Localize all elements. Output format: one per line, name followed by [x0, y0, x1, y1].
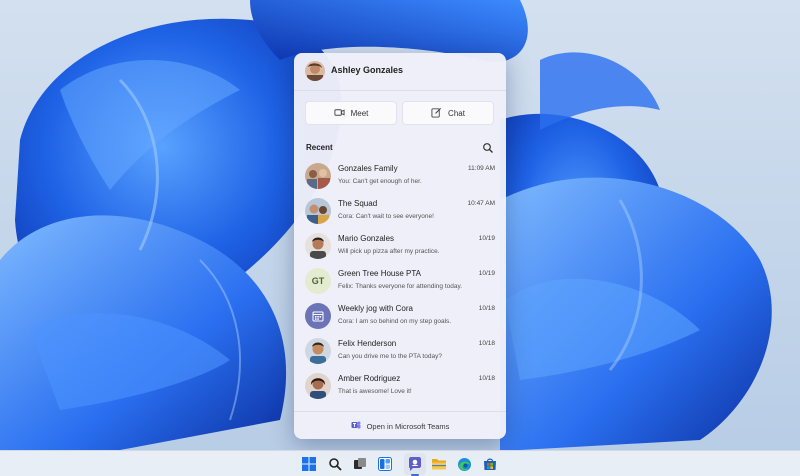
- chat-title: Gonzales Family: [338, 164, 398, 173]
- windows-start-icon[interactable]: [301, 456, 317, 472]
- chat-preview: You: Can't get enough of her.: [338, 178, 422, 185]
- chat-time: 10/18: [478, 340, 495, 347]
- calendar-icon: [305, 303, 331, 329]
- taskbar: [0, 450, 800, 476]
- recent-heading: Recent: [306, 143, 333, 152]
- chat-title: Weekly jog with Cora: [338, 304, 413, 313]
- chat-time: 10/18: [478, 375, 495, 382]
- chat-title: Green Tree House PTA: [338, 269, 421, 278]
- chat-time: 10/19: [478, 270, 495, 277]
- chat-preview: Cora: I am so behind on my step goals.: [338, 318, 452, 325]
- teams-chat-icon[interactable]: [404, 453, 426, 476]
- meet-button[interactable]: Meet: [305, 101, 397, 125]
- edge-browser-icon[interactable]: [456, 456, 472, 472]
- chat-label: Chat: [448, 108, 465, 118]
- chat-preview: Can you drive me to the PTA today?: [338, 353, 442, 360]
- chat-title: Amber Rodriguez: [338, 374, 401, 383]
- header-divider: [294, 90, 506, 91]
- chat-item-felix-henderson[interactable]: Felix Henderson Can you drive me to the …: [294, 334, 506, 369]
- chat-item-amber-rodriguez[interactable]: Amber Rodriguez That is awesome! Love it…: [294, 369, 506, 404]
- chat-item-mario-gonzales[interactable]: Mario Gonzales Will pick up pizza after …: [294, 229, 506, 264]
- chat-flyout: Ashley Gonzales Meet Chat Recent Gonzale…: [294, 53, 506, 439]
- chat-time: 10/19: [478, 235, 495, 242]
- chat-title: Felix Henderson: [338, 339, 397, 348]
- chat-time: 11:09 AM: [468, 165, 495, 172]
- contact-avatar: [305, 373, 331, 399]
- profile-name: Ashley Gonzales: [331, 65, 404, 75]
- task-view-icon[interactable]: [352, 456, 368, 472]
- chat-preview: That is awesome! Love it!: [338, 388, 412, 395]
- chat-preview: Will pick up pizza after my practice.: [338, 248, 440, 255]
- chat-item-green-tree-house-pta[interactable]: GT Green Tree House PTA Felix: Thanks ev…: [294, 264, 506, 299]
- open-in-teams-link[interactable]: Open in Microsoft Teams: [294, 413, 506, 439]
- initials-avatar: GT: [305, 268, 331, 294]
- microsoft-teams-icon: [351, 420, 361, 432]
- open-in-teams-label: Open in Microsoft Teams: [366, 421, 450, 431]
- chat-item-gonzales-family[interactable]: Gonzales Family You: Can't get enough of…: [294, 159, 506, 194]
- flyout-header: Ashley Gonzales: [294, 53, 506, 89]
- chat-item-the-squad[interactable]: The Squad Cora: Can't wait to see everyo…: [294, 194, 506, 229]
- search-icon[interactable]: [482, 141, 494, 153]
- video-camera-icon: [334, 107, 345, 120]
- chat-preview: Felix: Thanks everyone for attending tod…: [338, 283, 463, 290]
- chat-button[interactable]: Chat: [402, 101, 494, 125]
- chat-item-weekly-jog-with-cora[interactable]: Weekly jog with Cora Cora: I am so behin…: [294, 299, 506, 334]
- contact-avatar: [305, 338, 331, 364]
- chat-preview: Cora: Can't wait to see everyone!: [338, 213, 434, 220]
- widgets-icon[interactable]: [377, 456, 393, 472]
- chat-title: The Squad: [338, 199, 378, 208]
- search-icon[interactable]: [327, 456, 343, 472]
- group-avatar: [305, 163, 331, 189]
- compose-icon: [431, 107, 442, 120]
- microsoft-store-icon[interactable]: [482, 456, 498, 472]
- group-avatar: [305, 198, 331, 224]
- meet-label: Meet: [350, 108, 369, 118]
- chat-time: 10/18: [478, 305, 495, 312]
- profile-avatar[interactable]: [305, 61, 325, 81]
- chat-title: Mario Gonzales: [338, 234, 395, 243]
- footer-divider: [294, 411, 506, 412]
- chat-time: 10:47 AM: [467, 200, 495, 207]
- contact-avatar: [305, 233, 331, 259]
- file-explorer-icon[interactable]: [431, 456, 447, 472]
